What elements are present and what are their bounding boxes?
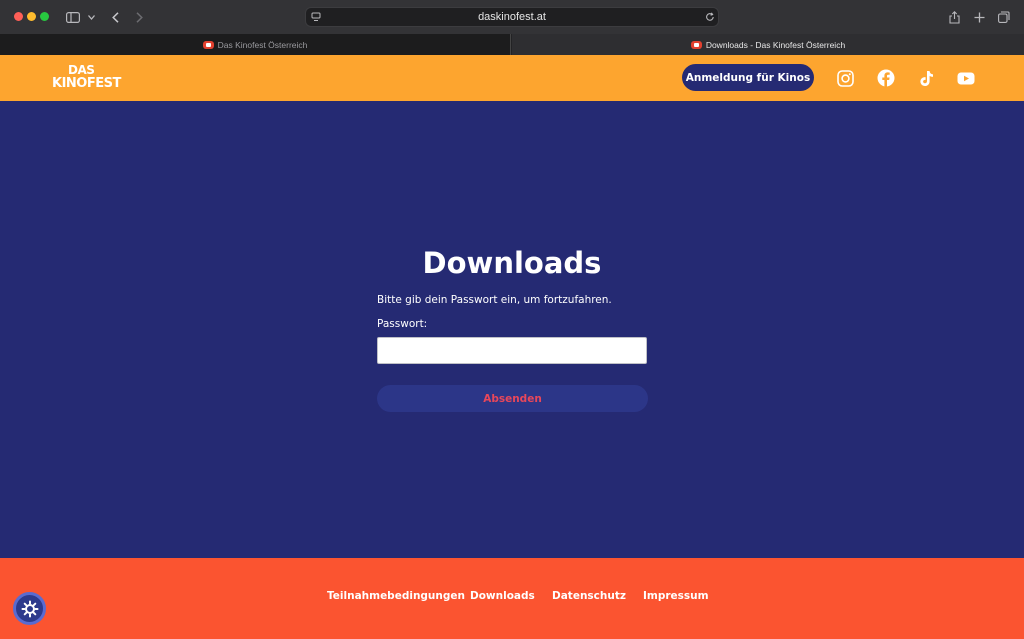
password-label: Passwort: [377,318,428,330]
reload-icon[interactable] [704,11,716,23]
footer-link-downloads[interactable]: Downloads [470,590,535,602]
browser-toolbar: daskinofest.at [0,0,1024,34]
cinema-registration-button[interactable]: Anmeldung für Kinos [682,64,814,91]
new-tab-icon[interactable] [971,7,987,27]
youtube-icon[interactable] [956,68,976,88]
close-window-button[interactable] [14,12,23,21]
favicon-icon [690,40,702,49]
back-icon[interactable] [109,7,121,27]
instagram-icon[interactable] [835,68,855,88]
tab-overview-icon[interactable] [996,7,1012,27]
sidebar-icon[interactable] [65,7,81,27]
forward-icon[interactable] [133,7,145,27]
site-header: DAS KINOFEST Anmeldung für Kinos [0,55,1024,101]
logo-line-2: KINOFEST [52,76,121,91]
submit-button[interactable]: Absenden [377,385,648,412]
tiktok-icon[interactable] [916,68,936,88]
page-title: Downloads [422,246,602,280]
tab-das-kinofest[interactable]: Das Kinofest Österreich [0,34,511,55]
address-bar[interactable]: daskinofest.at [305,7,719,27]
chevron-down-icon[interactable] [86,7,96,27]
tab-label: Das Kinofest Österreich [217,39,308,50]
tab-label: Downloads - Das Kinofest Österreich [705,39,846,50]
tab-downloads[interactable]: Downloads - Das Kinofest Österreich [512,34,1024,55]
minimize-window-button[interactable] [27,12,36,21]
site-footer: Teilnahmebedingungen Downloads Datenschu… [0,558,1024,639]
footer-link-impressum[interactable]: Impressum [643,590,709,602]
footer-link-teilnahmebedingungen[interactable]: Teilnahmebedingungen [327,590,465,602]
main-content: Downloads Bitte gib dein Passwort ein, u… [0,101,1024,558]
facebook-icon[interactable] [876,68,896,88]
zoom-window-button[interactable] [40,12,49,21]
privacy-settings-icon[interactable] [13,592,46,625]
share-icon[interactable] [946,7,962,27]
browser-chrome: daskinofest.at Das Kinofest Österreich D… [0,0,1024,55]
url-text: daskinofest.at [478,11,546,23]
favicon-icon [202,40,214,49]
site-logo[interactable]: DAS KINOFEST [52,64,121,92]
footer-link-datenschutz[interactable]: Datenschutz [552,590,626,602]
password-instructions: Bitte gib dein Passwort ein, um fortzufa… [377,294,612,306]
tab-bar: Das Kinofest Österreich Downloads - Das … [0,34,1024,55]
password-field[interactable] [377,337,647,364]
